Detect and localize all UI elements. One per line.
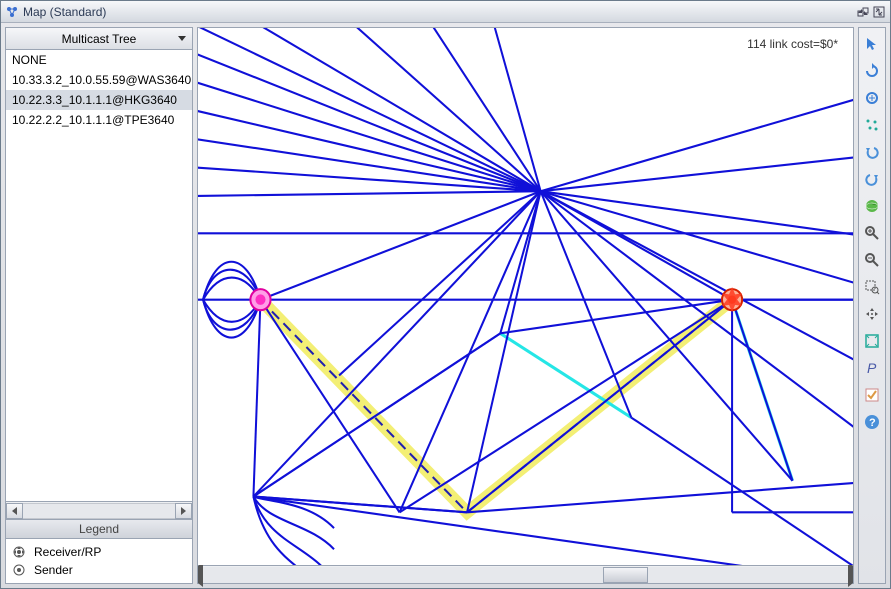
properties-icon[interactable]: P	[862, 358, 882, 378]
svg-text:?: ?	[869, 417, 876, 429]
network-graph	[198, 28, 853, 565]
sidebar: Multicast Tree NONE 10.33.3.2_10.0.55.59…	[5, 27, 193, 584]
help-icon[interactable]: ?	[862, 412, 882, 432]
redo-icon[interactable]	[862, 169, 882, 189]
scroll-left-button[interactable]	[6, 503, 23, 519]
legend-header: Legend	[6, 519, 192, 539]
checklist-icon[interactable]	[862, 385, 882, 405]
fit-icon[interactable]	[862, 331, 882, 351]
app-icon	[5, 5, 19, 19]
combo-label: Multicast Tree	[62, 32, 137, 46]
zoom-in-icon[interactable]	[862, 223, 882, 243]
chevron-down-icon	[178, 36, 186, 41]
maximize-icon[interactable]	[872, 5, 886, 19]
select-tool-icon[interactable]	[862, 34, 882, 54]
circle-select-icon[interactable]	[862, 88, 882, 108]
tree-item[interactable]: 10.33.3.2_10.0.55.59@WAS3640	[6, 70, 192, 90]
legend-body: Receiver/RP Sender	[6, 539, 192, 583]
right-toolbar: P ?	[858, 27, 886, 584]
title-bar: Map (Standard)	[1, 1, 890, 23]
zoom-area-icon[interactable]	[862, 277, 882, 297]
tree-item[interactable]: NONE	[6, 50, 192, 70]
window-title: Map (Standard)	[23, 5, 854, 19]
scroll-track[interactable]	[203, 567, 848, 583]
scroll-thumb[interactable]	[603, 567, 648, 583]
pan-icon[interactable]	[862, 304, 882, 324]
scroll-right-button[interactable]	[175, 503, 192, 519]
tree-list[interactable]: NONE 10.33.3.2_10.0.55.59@WAS3640 10.22.…	[6, 50, 192, 501]
sender-icon	[12, 563, 26, 577]
tree-item[interactable]: 10.22.2.2_10.1.1.1@TPE3640	[6, 110, 192, 130]
scroll-right-button[interactable]	[848, 566, 853, 584]
legend-label: Sender	[34, 563, 73, 577]
sidebar-hscrollbar[interactable]	[6, 501, 192, 519]
legend-row-receiver: Receiver/RP	[12, 543, 186, 561]
rotate-icon[interactable]	[862, 61, 882, 81]
legend-row-sender: Sender	[12, 561, 186, 579]
scatter-icon[interactable]	[862, 115, 882, 135]
undo-icon[interactable]	[862, 142, 882, 162]
multicast-tree-combo[interactable]: Multicast Tree	[6, 28, 192, 50]
canvas-hscrollbar[interactable]	[198, 565, 853, 583]
globe-icon[interactable]	[862, 196, 882, 216]
zoom-out-icon[interactable]	[862, 250, 882, 270]
map-canvas[interactable]: 114 link cost=$0*	[198, 28, 853, 565]
scroll-track[interactable]	[23, 503, 175, 519]
tree-item[interactable]: 10.22.3.3_10.1.1.1@HKG3640	[6, 90, 192, 110]
svg-text:P: P	[867, 360, 877, 376]
minimize-maximize-icon[interactable]	[856, 5, 870, 19]
legend-label: Receiver/RP	[34, 545, 101, 559]
receiver-icon	[12, 545, 26, 559]
map-canvas-container: 114 link cost=$0*	[197, 27, 854, 584]
